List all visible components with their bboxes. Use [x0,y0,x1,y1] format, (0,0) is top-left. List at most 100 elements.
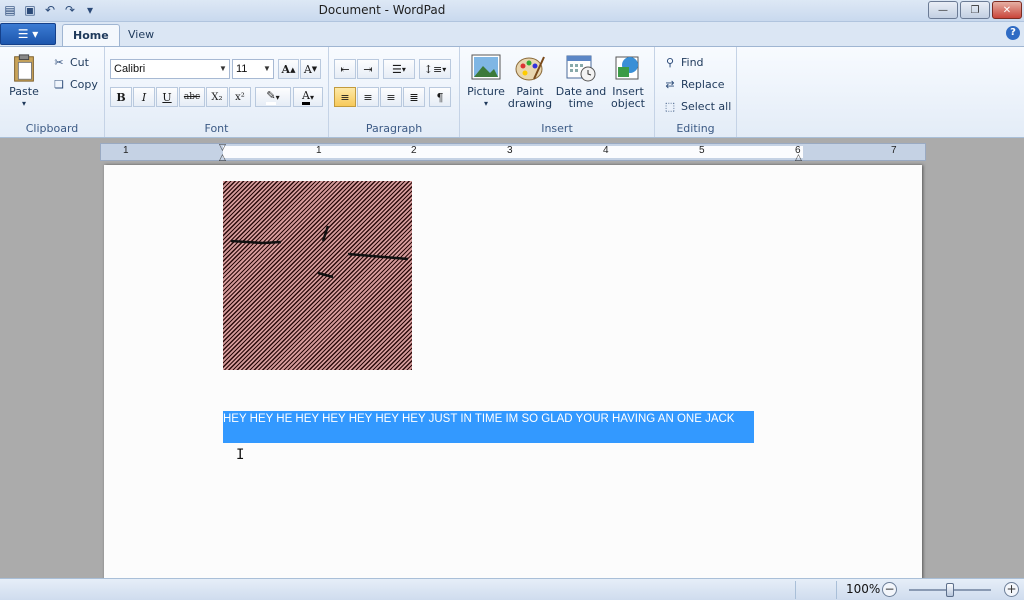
font-group: Calibri ▼ 11 ▼ A ▲ A ▼ B I U abc X₂ x² ✎ ▾ … [105,47,329,137]
paragraph-icon: ¶ [436,90,444,104]
bullets-button[interactable]: ☰ ▾ [383,59,415,79]
align-left-icon: ≡ [340,90,350,104]
ruler-number: 1 [123,145,129,156]
chevron-down-icon: ▾ [275,92,280,102]
font-color-button[interactable]: A ▾ [293,87,323,107]
ruler-text-area [223,146,803,158]
paint-drawing-button[interactable]: Paint drawing [508,53,552,110]
shrink-font-button[interactable]: A ▼ [300,59,321,79]
inserted-picture[interactable] [223,181,412,370]
highlight-color-button[interactable]: ✎ ▾ [255,87,291,107]
zoom-out-button[interactable]: − [882,582,897,597]
decrease-indent-icon: ⇤ [340,62,350,76]
decrease-indent-button[interactable]: ⇤ [334,59,356,79]
insert-object-icon [615,56,639,80]
ruler-number: 1 [316,145,322,156]
picture-icon [471,54,501,80]
paragraph-settings-button[interactable]: ¶ [429,87,451,107]
insert-object-button[interactable]: Insert object [608,53,648,110]
tab-view[interactable]: View [118,24,164,46]
bold-button[interactable]: B [110,87,132,107]
paint-label-2: drawing [507,97,553,110]
increase-indent-button[interactable]: ⇥ [357,59,379,79]
chevron-down-icon: ▾ [309,92,314,102]
insert-group-label: Insert [541,122,573,135]
maximize-button[interactable]: ❐ [960,1,990,19]
document-text-line[interactable]: HEY HEY HE HEY HEY HEY HEY HEY JUST IN T… [223,413,734,425]
scissors-icon: ✂ [54,55,64,69]
line-spacing-button[interactable]: ↕≡ ▾ [419,59,451,79]
justify-button[interactable]: ≣ [403,87,425,107]
italic-button[interactable]: I [133,87,155,107]
align-left-button[interactable]: ≡ [334,87,356,107]
ribbon: Paste ▾ ✂ Cut ❏ Copy Clipboard Calibri ▼… [0,46,1024,138]
select-all-button[interactable]: ⬚ Select all [663,99,732,113]
ruler-number: 2 [411,145,417,156]
copy-label: Copy [70,77,98,91]
align-right-button[interactable]: ≡ [380,87,402,107]
minimize-button[interactable]: — [928,1,958,19]
ruler-number: 3 [507,145,513,156]
zoom-slider-thumb[interactable] [946,583,954,597]
copy-button[interactable]: ❏ Copy [52,77,98,91]
paragraph-group-label: Paragraph [365,122,423,135]
zoom-in-button[interactable]: + [1004,582,1019,597]
paste-icon [14,54,34,82]
editing-group: ⚲ Find ⇄ Replace ⬚ Select all Editing [655,47,737,137]
highlighter-icon: ✎ [266,89,276,105]
ruler-number: 5 [699,145,705,156]
font-family-value: Calibri [114,63,146,75]
underline-button[interactable]: U [156,87,178,107]
cut-label: Cut [70,55,89,69]
grow-font-button[interactable]: A ▲ [278,59,299,79]
insert-group: Picture ▾ Paint drawing Date and time In… [460,47,655,137]
datetime-label-2: time [568,97,594,110]
superscript-button[interactable]: x² [229,87,251,107]
strikethrough-button[interactable]: abc [179,87,205,107]
select-all-label: Select all [681,99,732,113]
cut-button[interactable]: ✂ Cut [52,55,89,69]
ruler-number: 4 [603,145,609,156]
paint-palette-icon [515,56,545,81]
zoom-level[interactable]: 100% [846,582,880,596]
date-and-time-button[interactable]: Date and time [555,53,607,110]
paste-dropdown-icon[interactable]: ▾ [22,98,26,110]
find-button[interactable]: ⚲ Find [663,55,704,69]
align-right-icon: ≡ [386,90,396,104]
window-title: Document - WordPad [0,3,1024,17]
font-size-select[interactable]: 11 ▼ [232,59,274,79]
app-menu-button[interactable]: ☰ ▾ [0,23,56,45]
increase-indent-icon: ⇥ [363,62,373,76]
chevron-down-icon: ▼ [219,64,227,73]
replace-icon: ⇄ [665,77,675,91]
clipboard-group-label: Clipboard [25,122,79,135]
copy-icon: ❏ [54,77,64,91]
calendar-clock-icon [566,55,596,82]
align-center-icon: ≡ [363,90,373,104]
chevron-down-icon: ▾ [442,64,447,74]
window-controls: — ❐ ✕ [928,1,1022,19]
font-color-icon: A [302,89,310,105]
help-icon[interactable]: ? [1006,26,1020,40]
ruler-number: 7 [891,145,897,156]
replace-label: Replace [681,77,725,91]
font-size-value: 11 [236,63,248,75]
replace-button[interactable]: ⇄ Replace [663,77,725,91]
ibeam-cursor-icon: I [236,447,245,463]
status-bar: 100% − + [0,578,1024,600]
align-center-button[interactable]: ≡ [357,87,379,107]
select-all-icon: ⬚ [664,99,676,113]
picture-button[interactable]: Picture ▾ [466,53,506,110]
tab-home[interactable]: Home [62,24,120,46]
close-button[interactable]: ✕ [992,1,1022,19]
font-family-select[interactable]: Calibri ▼ [110,59,230,79]
first-line-indent-marker[interactable]: ▽ [219,143,226,153]
subscript-button[interactable]: X₂ [206,87,228,107]
window-title-text: Document - WordPad [318,3,446,17]
paste-button[interactable]: Paste ▾ [8,53,40,110]
line-spacing-icon: ↕≡ [423,62,443,76]
ruler[interactable]: 1 1 2 3 4 5 6 7 ▽ △ △ [100,143,926,163]
status-divider [836,581,837,599]
chevron-down-icon: ▾ [401,64,406,74]
bullet-list-icon: ☰ [392,62,402,76]
